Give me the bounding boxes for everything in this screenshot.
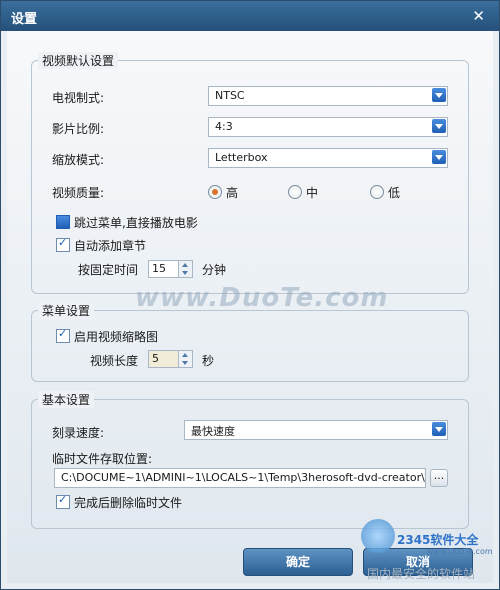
window-title: 设置 [11, 12, 38, 27]
basic-group-title: 基本设置 [38, 391, 95, 408]
auto-chapter-label: 自动添加章节 [74, 239, 147, 253]
ok-button[interactable]: 确定 [243, 548, 353, 576]
skip-menu-label: 跳过菜单,直接播放电影 [74, 216, 198, 230]
thumbnail-checkbox[interactable] [56, 327, 70, 343]
arrow-down-icon[interactable] [182, 271, 188, 275]
watermark-slogan: 国内最安全的软件站 [367, 567, 476, 581]
temp-path-label: 临时文件存取位置: [52, 452, 153, 466]
watermark-site: www.DuoTe.com [135, 283, 389, 313]
fixed-time-label: 按固定时间 [78, 263, 139, 277]
menu-settings-group: 菜单设置 启用视频缩略图 视频长度 5 秒 [31, 302, 469, 382]
chevron-down-icon[interactable] [432, 88, 446, 102]
quality-low-radio[interactable] [370, 185, 384, 199]
title-bar[interactable]: 设置 ✕ [1, 1, 499, 31]
tv-format-label: 电视制式: [52, 91, 105, 105]
watermark-brand: 2345软件大全 [397, 533, 479, 547]
stepper-buttons[interactable] [178, 351, 192, 367]
burn-speed-value: 最快速度 [191, 425, 235, 438]
skip-menu-checkbox[interactable] [56, 215, 70, 229]
tv-format-value: NTSC [215, 89, 245, 102]
temp-path-input[interactable]: C:\DOCUME~1\ADMINI~1\LOCALS~1\Temp\3hero… [54, 468, 426, 488]
chevron-down-icon[interactable] [432, 422, 446, 436]
delete-temp-checkbox[interactable] [56, 493, 70, 509]
quality-label: 视频质量: [52, 186, 105, 200]
temp-path-value: C:\DOCUME~1\ADMINI~1\LOCALS~1\Temp\3hero… [61, 471, 426, 484]
browse-button[interactable]: ... [430, 469, 448, 487]
burn-speed-select[interactable]: 最快速度 [184, 420, 448, 440]
tv-format-select[interactable]: NTSC [208, 86, 448, 106]
video-length-value: 5 [152, 352, 159, 365]
video-length-unit: 秒 [202, 354, 215, 368]
menu-group-title: 菜单设置 [38, 302, 95, 319]
quality-high-radio[interactable] [208, 185, 222, 199]
aspect-value: 4:3 [215, 120, 233, 133]
quality-low-label: 低 [388, 186, 401, 200]
aspect-select[interactable]: 4:3 [208, 117, 448, 137]
zoom-value: Letterbox [215, 151, 268, 164]
zoom-label: 缩放模式: [52, 153, 105, 167]
quality-mid-label: 中 [306, 186, 319, 200]
arrow-up-icon[interactable] [182, 353, 188, 357]
fixed-time-value: 15 [152, 262, 166, 275]
quality-mid-radio[interactable] [288, 185, 302, 199]
video-length-label: 视频长度 [90, 354, 139, 368]
aspect-label: 影片比例: [52, 122, 105, 136]
watermark-logo: 2345软件大全 www.DuoTe.com 国内最安全的软件站 [361, 489, 499, 589]
zoom-select[interactable]: Letterbox [208, 148, 448, 168]
chevron-down-icon[interactable] [432, 119, 446, 133]
arrow-up-icon[interactable] [182, 263, 188, 267]
fixed-time-unit: 分钟 [202, 263, 227, 277]
delete-temp-label: 完成后删除临时文件 [74, 496, 183, 510]
stepper-buttons[interactable] [178, 261, 192, 277]
settings-dialog: 设置 ✕ 视频默认设置 电视制式: NTSC 影片比例: 4:3 缩放模式: L… [0, 0, 500, 590]
thumbnail-label: 启用视频缩略图 [74, 330, 159, 344]
arrow-down-icon[interactable] [182, 361, 188, 365]
video-settings-group: 视频默认设置 电视制式: NTSC 影片比例: 4:3 缩放模式: Letter… [31, 52, 469, 294]
auto-chapter-checkbox[interactable] [56, 236, 70, 252]
burn-speed-label: 刻录速度: [52, 426, 105, 440]
chevron-down-icon[interactable] [432, 150, 446, 164]
watermark-url: www.DuoTe.com [427, 547, 493, 556]
quality-high-label: 高 [226, 186, 239, 200]
mascot-icon [361, 519, 395, 553]
video-length-stepper[interactable]: 5 [148, 350, 193, 368]
video-group-title: 视频默认设置 [38, 52, 119, 69]
close-icon[interactable]: ✕ [472, 7, 485, 25]
fixed-time-stepper[interactable]: 15 [148, 260, 193, 278]
